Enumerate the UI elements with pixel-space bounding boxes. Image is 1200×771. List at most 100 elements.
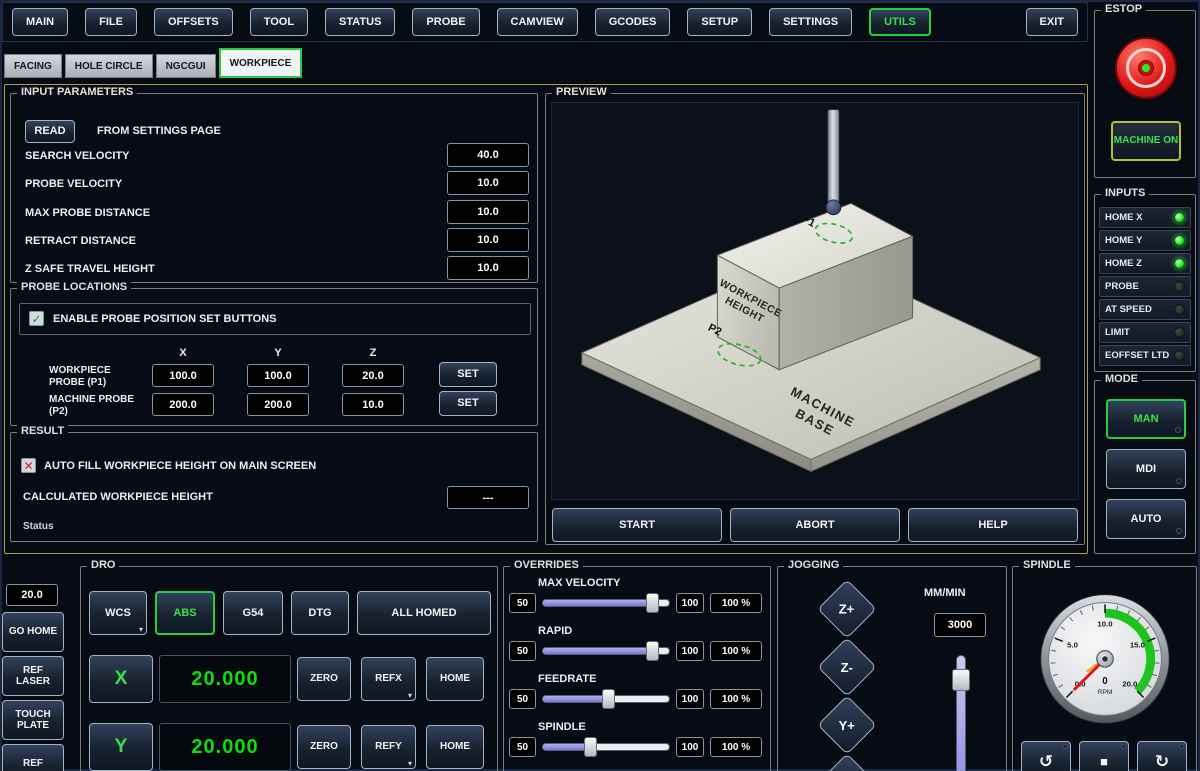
spindle-ccw-button[interactable]: ↺: [1021, 741, 1071, 771]
mode-auto-button[interactable]: AUTO: [1106, 499, 1186, 539]
abort-button[interactable]: ABORT: [730, 508, 900, 542]
probe-led: [1174, 281, 1185, 292]
preview-section: PREVIEW: [545, 93, 1085, 545]
spindle-section: SPINDLE 0.0 5.0 10.0 15.0 20.0 0 RPM ↺ ■: [1012, 566, 1197, 771]
tab-facing[interactable]: FACING: [4, 54, 62, 78]
x-home-button[interactable]: HOME: [426, 657, 484, 701]
gauge-tick-5: 5.0: [1067, 641, 1078, 650]
jogging-section: JOGGING Z+ Z- Y+ MM/MIN 3000: [777, 566, 1007, 771]
spindle-slider[interactable]: [542, 737, 670, 757]
g54-button[interactable]: G54: [223, 591, 283, 635]
mode-man-button[interactable]: MAN: [1106, 399, 1186, 439]
dtg-button[interactable]: DTG: [291, 591, 349, 635]
eoffset-ltd-led: [1174, 350, 1185, 361]
p2-z-value[interactable]: 10.0: [342, 393, 404, 416]
top-nav: MAIN FILE OFFSETS TOOL STATUS PROBE CAMV…: [2, 2, 1088, 42]
wcs-button[interactable]: WCS▾: [89, 591, 147, 635]
p2-x-value[interactable]: 200.0: [152, 393, 214, 416]
nav-utils[interactable]: UTILS: [869, 8, 931, 36]
y-dro-value: 20.000: [159, 723, 291, 771]
slider-handle[interactable]: [646, 641, 659, 661]
enable-probe-checkbox[interactable]: ✓: [29, 311, 44, 326]
x-zero-button[interactable]: ZERO: [297, 657, 351, 701]
x-ref-button[interactable]: REFX▾: [361, 657, 416, 701]
all-homed-button[interactable]: ALL HOMED: [357, 591, 491, 635]
p1-x-value[interactable]: 100.0: [152, 364, 214, 387]
abs-button[interactable]: ABS: [155, 591, 215, 635]
search-velocity-value[interactable]: 40.0: [447, 143, 529, 167]
slider-handle[interactable]: [584, 737, 597, 757]
max-velocity-slider[interactable]: [542, 593, 670, 613]
slider-handle[interactable]: [646, 593, 659, 613]
nav-offsets[interactable]: OFFSETS: [154, 8, 233, 36]
go-home-button[interactable]: GO HOME: [2, 612, 64, 652]
max-probe-distance-value[interactable]: 10.0: [447, 200, 529, 224]
jog-y-plus-button[interactable]: Y+: [817, 695, 876, 754]
estop-button[interactable]: [1115, 37, 1177, 99]
spindle-cw-button[interactable]: ↻: [1137, 741, 1187, 771]
p1-set-button[interactable]: SET: [439, 362, 497, 387]
jog-button-partial[interactable]: [817, 753, 876, 771]
y-ref-button[interactable]: REFY▾: [361, 725, 416, 769]
spindle-stop-button[interactable]: ■: [1079, 741, 1129, 771]
jog-rate-slider[interactable]: [954, 655, 968, 771]
touch-height-value[interactable]: 20.0: [6, 584, 58, 606]
max-velocity-min: 50: [509, 593, 536, 613]
spindle-title: SPINDLE: [1019, 559, 1075, 571]
nav-probe[interactable]: PROBE: [412, 8, 479, 36]
p2-set-button[interactable]: SET: [439, 391, 497, 416]
ref-laser-button[interactable]: REF LASER: [2, 656, 64, 696]
nav-settings[interactable]: SETTINGS: [769, 8, 852, 36]
spindle-cw-led: [1179, 744, 1184, 749]
axis-y-button[interactable]: Y: [89, 723, 153, 771]
ref-button[interactable]: REF: [2, 744, 64, 771]
input-home-x: HOME X: [1099, 207, 1191, 228]
feedrate-max: 100: [676, 689, 704, 709]
tab-ngcgui[interactable]: NGCGUI: [156, 54, 216, 78]
machine-on-button[interactable]: MACHINE ON: [1111, 121, 1181, 161]
touch-plate-button[interactable]: TOUCH PLATE: [2, 700, 64, 740]
autofill-checkbox[interactable]: ✕: [21, 458, 36, 473]
nav-setup[interactable]: SETUP: [687, 8, 752, 36]
utils-tabbar: FACING HOLE CIRCLE NGCGUI WORKPIECE: [4, 46, 302, 78]
retract-distance-value[interactable]: 10.0: [447, 228, 529, 252]
chevron-down-icon: ▾: [408, 760, 412, 768]
nav-main[interactable]: MAIN: [12, 8, 68, 36]
exit-button[interactable]: EXIT: [1026, 8, 1078, 36]
axis-x-button[interactable]: X: [89, 655, 153, 703]
start-button[interactable]: START: [552, 508, 722, 542]
read-button[interactable]: READ: [25, 120, 75, 143]
probe-velocity-value[interactable]: 10.0: [447, 171, 529, 195]
input-parameters-title: INPUT PARAMETERS: [17, 86, 137, 98]
p1-y-value[interactable]: 100.0: [247, 364, 309, 387]
p2-y-value[interactable]: 200.0: [247, 393, 309, 416]
y-home-button[interactable]: HOME: [426, 725, 484, 769]
slider-handle[interactable]: [602, 689, 615, 709]
rapid-slider[interactable]: [542, 641, 670, 661]
nav-tool[interactable]: TOOL: [250, 8, 308, 36]
jog-z-minus-button[interactable]: Z-: [817, 637, 876, 696]
nav-gcodes[interactable]: GCODES: [595, 8, 671, 36]
mode-mdi-button[interactable]: MDI: [1106, 449, 1186, 489]
p1-z-value[interactable]: 20.0: [342, 364, 404, 387]
y-zero-button[interactable]: ZERO: [297, 725, 351, 769]
slider-handle[interactable]: [952, 669, 970, 691]
z-safe-travel-value[interactable]: 10.0: [447, 256, 529, 280]
calc-height-value: ---: [447, 486, 529, 509]
overrides-title: OVERRIDES: [510, 559, 583, 571]
tab-workpiece[interactable]: WORKPIECE: [219, 48, 303, 78]
tab-hole-circle[interactable]: HOLE CIRCLE: [65, 54, 153, 78]
nav-status[interactable]: STATUS: [325, 8, 395, 36]
nav-file[interactable]: FILE: [85, 8, 137, 36]
jog-rate-unit-label: MM/MIN: [924, 587, 966, 599]
gauge-tick-15: 15.0: [1130, 641, 1145, 650]
feedrate-slider[interactable]: [542, 689, 670, 709]
search-velocity-label: SEARCH VELOCITY: [25, 150, 130, 162]
jog-rate-value[interactable]: 3000: [934, 613, 986, 637]
input-eoffset-ltd: EOFFSET LTD: [1099, 345, 1191, 366]
limit-led: [1174, 327, 1185, 338]
nav-camview[interactable]: CAMVIEW: [497, 8, 578, 36]
jog-z-plus-button[interactable]: Z+: [817, 579, 876, 638]
chevron-down-icon: ▾: [408, 692, 412, 700]
help-button[interactable]: HELP: [908, 508, 1078, 542]
